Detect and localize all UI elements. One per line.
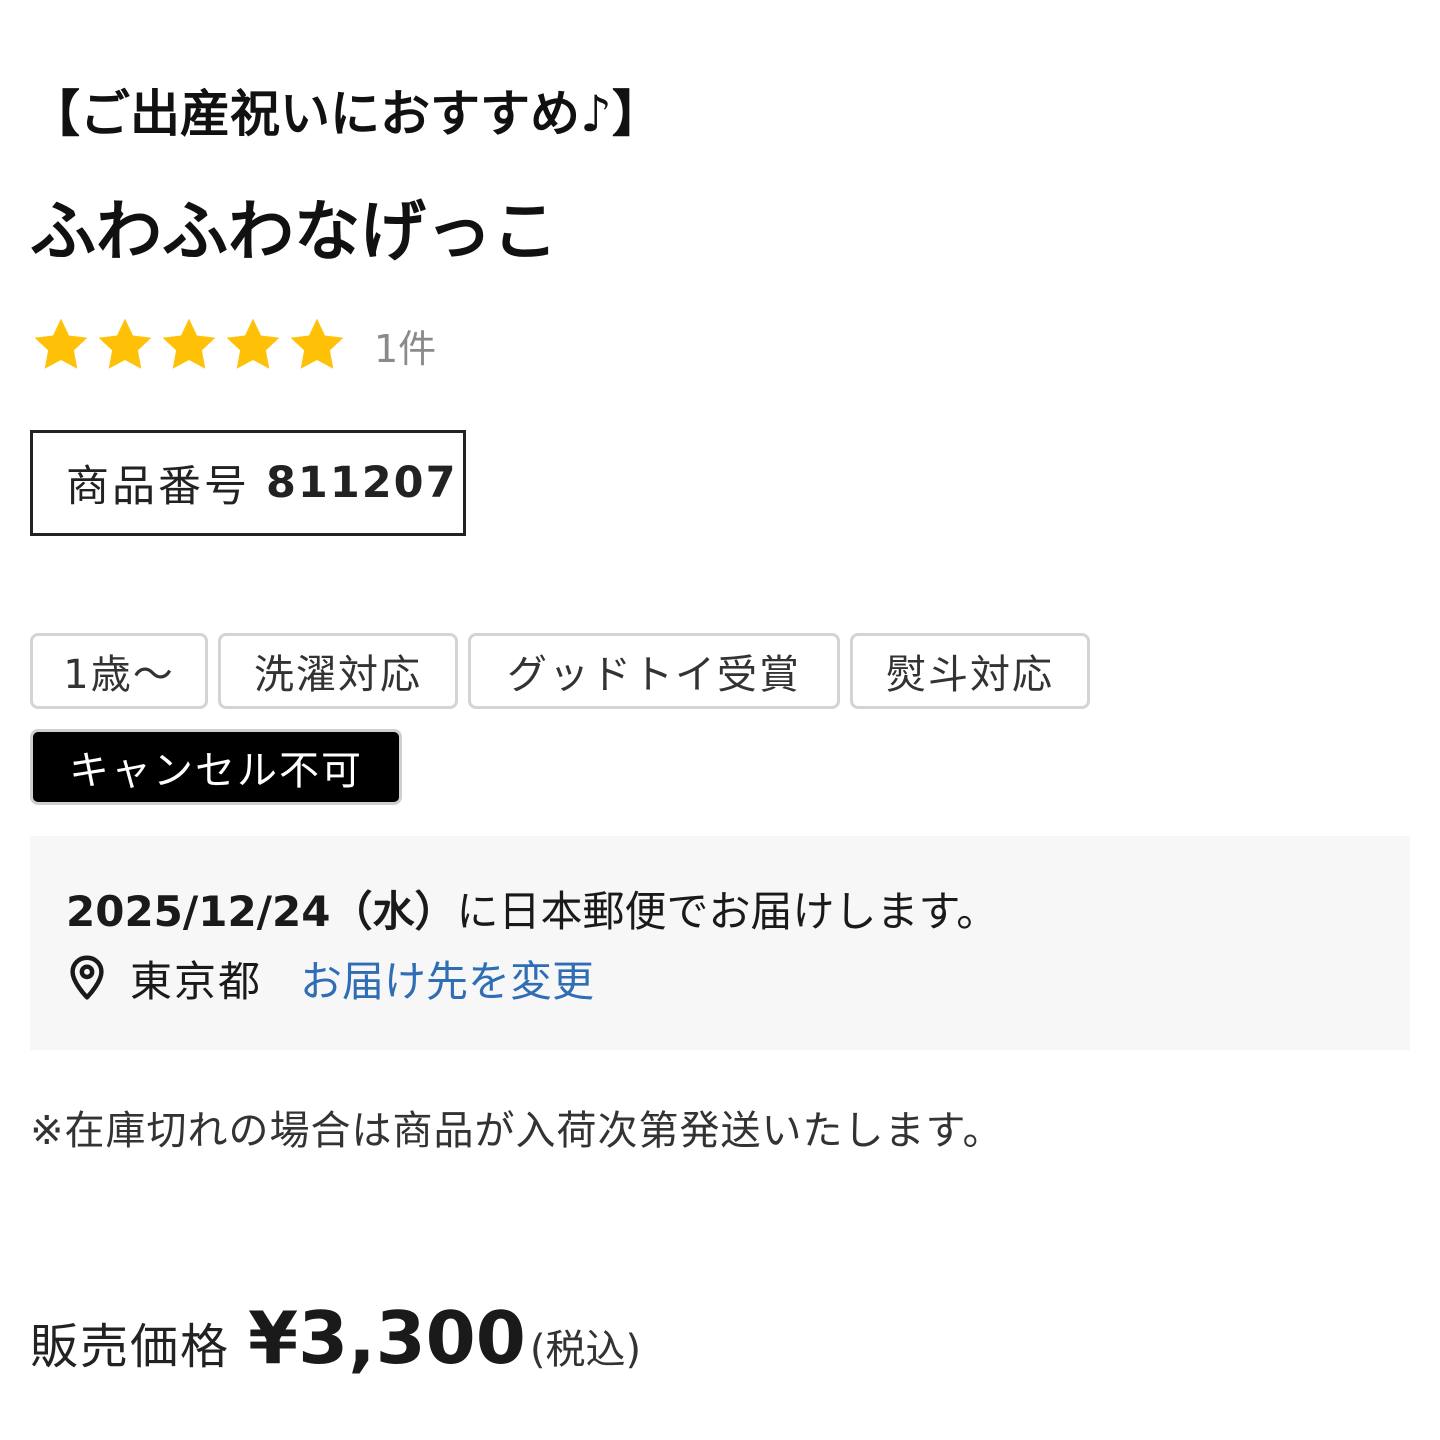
item-number-value: 811207 [266, 458, 458, 508]
tag-age: 1歳〜 [30, 633, 208, 709]
star-icon [34, 318, 88, 369]
delivery-location: 東京都 お届け先を変更 [66, 948, 594, 1008]
delivery-date: 2025/12/24（水） [66, 887, 457, 936]
price-label: 販売価格 [30, 1319, 231, 1375]
price-tax-note: (税込) [529, 1327, 642, 1373]
price-value: ¥3,300 [248, 1296, 526, 1380]
item-number-box: 商品番号 811207 [30, 430, 466, 536]
map-pin-icon [70, 955, 104, 1000]
catch-copy: 【ご出産祝いにおすすめ♪】 [30, 85, 662, 143]
review-count[interactable]: 1件 [374, 318, 436, 373]
delivery-message: に日本郵便でお届けします。 [456, 887, 999, 936]
delivery-box: 2025/12/24（水）に日本郵便でお届けします。 東京都 お届け先を変更 [30, 836, 1410, 1050]
star-icon [290, 318, 344, 369]
item-number-label: 商品番号 [66, 462, 250, 512]
tag-list: 1歳〜 洗濯対応 グッドトイ受賞 熨斗対応 キャンセル不可 [30, 633, 1130, 825]
tag-row: キャンセル不可 [30, 729, 1130, 805]
change-destination-link[interactable]: お届け先を変更 [300, 948, 594, 1009]
stock-note: ※在庫切れの場合は商品が入荷次第発送いたします。 [30, 1108, 1004, 1154]
star-icon [162, 318, 216, 369]
star-icon [226, 318, 280, 369]
tag-noshi: 熨斗対応 [850, 633, 1090, 709]
rating[interactable]: 1件 [30, 312, 436, 378]
delivery-info: 2025/12/24（水）に日本郵便でお届けします。 [66, 878, 998, 939]
tag-washable: 洗濯対応 [218, 633, 458, 709]
star-icon [98, 318, 152, 369]
tag-good-toy-award: グッドトイ受賞 [468, 633, 840, 709]
tag-row: 1歳〜 洗濯対応 グッドトイ受賞 熨斗対応 [30, 633, 1130, 709]
tag-no-cancel: キャンセル不可 [30, 729, 402, 805]
product-name: ふわふわなげっこ [30, 193, 558, 270]
location-name: 東京都 [130, 956, 263, 1006]
price: 販売価格 ¥3,300 (税込) [30, 1296, 641, 1406]
rating-stars [30, 314, 350, 376]
